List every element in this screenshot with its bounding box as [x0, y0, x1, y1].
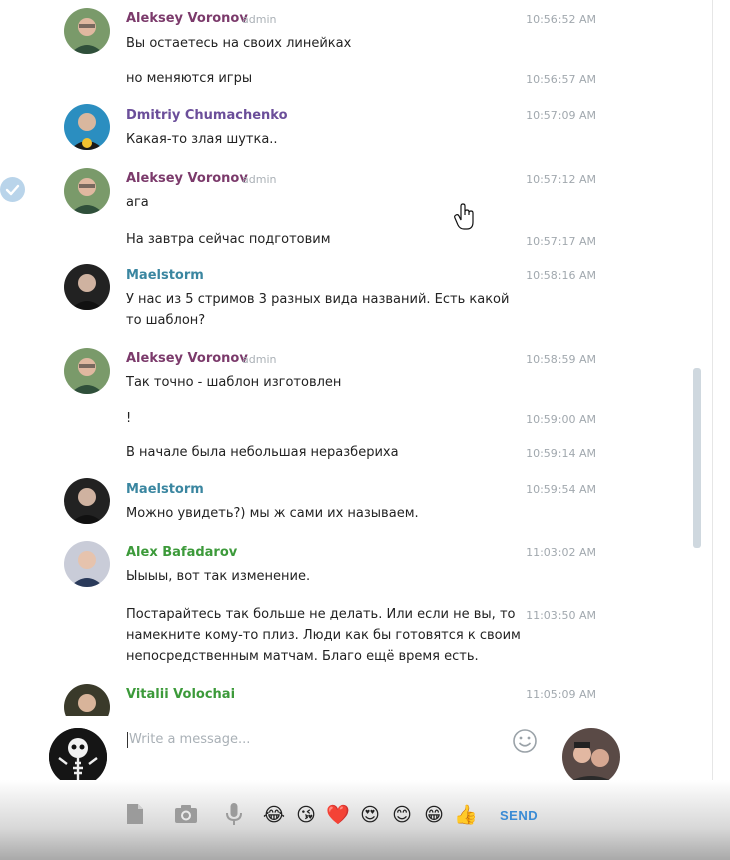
message-history[interactable]: Aleksey Voronov admin 10:56:52 AM Вы ост…: [0, 0, 714, 716]
message-author[interactable]: Aleksey Voronov: [126, 171, 248, 187]
message-time: 10:57:09 AM: [526, 109, 596, 122]
message-text: В начале была небольшая неразбериха: [126, 445, 399, 460]
emoji-thumbs-up[interactable]: 👍: [454, 804, 478, 826]
compose-toolbar: 😂 😘 ❤️ 😍 😊 😁 👍 SEND: [0, 780, 730, 860]
emoji-blowing-kiss[interactable]: 😘: [294, 804, 318, 826]
message-author[interactable]: Aleksey Voronov: [126, 351, 248, 367]
avatar-maelstorm[interactable]: [64, 478, 110, 524]
message-time: 11:03:50 AM: [526, 609, 596, 622]
avatar-dmitriy-chumachenko[interactable]: [64, 104, 110, 150]
avatar-aleksey-voronov[interactable]: [64, 348, 110, 394]
self-avatar[interactable]: [49, 728, 107, 786]
message-text: Вы остаетесь на своих линейках: [126, 36, 352, 51]
chat-window: Aleksey Voronov admin 10:56:52 AM Вы ост…: [0, 0, 730, 860]
message-text: У нас из 5 стримов 3 разных вида названи…: [126, 292, 510, 328]
emoji-red-heart[interactable]: ❤️: [326, 804, 350, 826]
author-role-badge: admin: [242, 173, 277, 186]
message-text: Так точно - шаблон изготовлен: [126, 375, 342, 390]
message-time: 10:56:57 AM: [526, 73, 596, 86]
message-time: 10:58:16 AM: [526, 269, 596, 282]
message-text: но меняются игры: [126, 71, 253, 86]
message-time: 10:59:00 AM: [526, 413, 596, 426]
message-group: Vitalii Volochai 11:05:09 AM: [0, 0, 714, 716]
avatar-aleksey-voronov[interactable]: [64, 8, 110, 54]
message-author[interactable]: Maelstorm: [126, 268, 204, 284]
camera-icon[interactable]: [174, 802, 198, 826]
author-role-badge: admin: [242, 13, 277, 26]
hand-cursor-icon: [454, 203, 476, 231]
message-text: Постарайтесь так больше не делать. Или е…: [126, 607, 521, 664]
send-button[interactable]: SEND: [500, 808, 538, 823]
message-input-wrapper: [125, 728, 540, 784]
message-time: 11:05:09 AM: [526, 688, 596, 701]
avatar-maelstorm[interactable]: [64, 264, 110, 310]
microphone-icon[interactable]: [222, 802, 246, 826]
message-time: 10:59:14 AM: [526, 447, 596, 460]
message-time: 11:03:02 AM: [526, 546, 596, 559]
message-text: Можно увидеть?) мы ж сами их называем.: [126, 506, 419, 521]
emoji-smiling[interactable]: 😊: [390, 804, 414, 826]
chat-peer-avatar[interactable]: [562, 728, 620, 786]
scrollbar-thumb[interactable]: [693, 368, 701, 548]
select-message-check-icon[interactable]: [0, 177, 25, 202]
message-text: На завтра сейчас подготовим: [126, 232, 331, 247]
message-time: 10:57:17 AM: [526, 235, 596, 248]
message-author[interactable]: Aleksey Voronov: [126, 11, 248, 27]
avatar-aleksey-voronov[interactable]: [64, 168, 110, 214]
message-author[interactable]: Alex Bafadarov: [126, 545, 237, 561]
message-text: !: [126, 411, 132, 426]
document-icon[interactable]: [123, 802, 147, 826]
avatar-vitalii-volochai[interactable]: [64, 684, 110, 716]
message-input[interactable]: [125, 728, 509, 750]
text-caret: [127, 732, 128, 748]
emoji-tears-of-joy[interactable]: 😂: [262, 804, 286, 826]
avatar-alex-bafadarov[interactable]: [64, 541, 110, 587]
message-time: 10:59:54 AM: [526, 483, 596, 496]
emoji-heart-eyes[interactable]: 😍: [358, 804, 382, 826]
message-text: Ыыыы, вот так изменение.: [126, 569, 311, 584]
message-time: 10:57:12 AM: [526, 173, 596, 186]
emoji-grinning[interactable]: 😁: [422, 804, 446, 826]
message-time: 10:56:52 AM: [526, 13, 596, 26]
author-role-badge: admin: [242, 353, 277, 366]
message-author[interactable]: Dmitriy Chumachenko: [126, 108, 288, 124]
message-text: Какая-то злая шутка..: [126, 132, 278, 147]
smiley-icon[interactable]: [512, 728, 538, 754]
message-author[interactable]: Maelstorm: [126, 482, 204, 498]
message-time: 10:58:59 AM: [526, 353, 596, 366]
message-author[interactable]: Vitalii Volochai: [126, 687, 235, 703]
